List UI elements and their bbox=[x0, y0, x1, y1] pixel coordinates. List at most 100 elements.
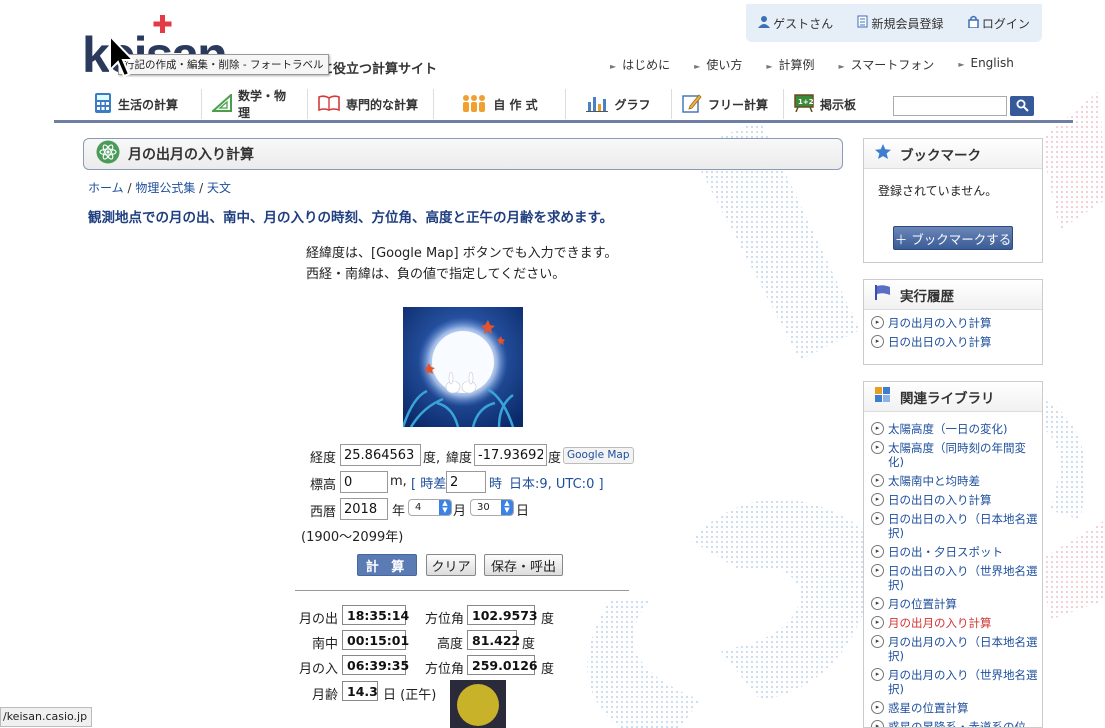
moonset-time: 06:39:35 bbox=[342, 655, 409, 675]
related-item[interactable]: 月の出月の入り計算 bbox=[870, 616, 1038, 630]
user-icon bbox=[758, 15, 771, 31]
nav-divider-line bbox=[54, 120, 1073, 123]
day-unit: 日 bbox=[516, 504, 530, 519]
latitude-unit: 度 bbox=[548, 451, 562, 466]
calculator-icon bbox=[94, 92, 112, 117]
browser-status-bar: /keisan.casio.jp bbox=[0, 707, 92, 727]
topnav-item-howto[interactable]: ► 使い方 bbox=[694, 56, 742, 73]
topnav-item-english[interactable]: ► English bbox=[958, 56, 1014, 73]
mainnav-item-life[interactable]: 生活の計算 bbox=[84, 89, 202, 119]
related-item[interactable]: 惑星の位置計算 bbox=[870, 701, 1038, 715]
breadcrumb-home[interactable]: ホーム bbox=[88, 181, 124, 195]
register-link[interactable]: 新規会員登録 bbox=[857, 15, 944, 32]
mainnav-item-pro[interactable]: 専門的な計算 bbox=[308, 89, 434, 119]
timezone-hint: 日本:9, UTC:0 ] bbox=[509, 477, 604, 492]
related-item[interactable]: 月の位置計算 bbox=[870, 597, 1038, 611]
day-select[interactable]: 30 ▲ ▼ bbox=[470, 499, 514, 516]
svg-text:1+2: 1+2 bbox=[798, 98, 814, 106]
star-icon bbox=[874, 143, 892, 164]
moonset-azimuth-label: 方位角 bbox=[425, 662, 465, 677]
history-list: 月の出月の入り計算 日の出日の入り計算 bbox=[864, 310, 1042, 358]
moon-age: 14.3 bbox=[342, 681, 378, 701]
lock-icon bbox=[968, 15, 979, 31]
related-item[interactable]: 日の出日の入り（日本地名選択) bbox=[870, 512, 1038, 540]
mainnav-item-graph[interactable]: グラフ bbox=[566, 89, 672, 119]
related-item[interactable]: 月の出月の入り（世界地名選択) bbox=[870, 668, 1038, 696]
longitude-unit: 度, bbox=[423, 451, 441, 466]
top-nav: ► はじめに ► 使い方 ► 計算例 ► スマートフォン ► English bbox=[610, 56, 1014, 73]
mainnav-item-free[interactable]: フリー計算 bbox=[672, 89, 784, 119]
login-link[interactable]: ログイン bbox=[968, 15, 1030, 32]
atom-icon bbox=[96, 140, 120, 168]
mainnav-item-custom[interactable]: 自 作 式 bbox=[434, 89, 566, 119]
related-item[interactable]: 太陽高度（一日の変化) bbox=[870, 422, 1038, 436]
clear-button[interactable]: クリア bbox=[426, 554, 476, 576]
latitude-input[interactable] bbox=[474, 444, 547, 466]
topnav-item-intro[interactable]: ► はじめに bbox=[610, 56, 670, 73]
triangle-ruler-icon bbox=[210, 92, 232, 115]
transit-altitude: 81.422 bbox=[467, 630, 520, 650]
result-divider bbox=[295, 590, 629, 591]
guest-link[interactable]: ゲストさん bbox=[758, 15, 833, 32]
history-panel: 実行履歴 月の出月の入り計算 日の出日の入り計算 bbox=[863, 279, 1043, 365]
month-select[interactable]: 4 ▲ ▼ bbox=[408, 499, 452, 516]
history-item[interactable]: 月の出月の入り計算 bbox=[870, 316, 1038, 330]
moonrise-azimuth: 102.9573 bbox=[467, 605, 538, 625]
history-panel-header: 実行履歴 bbox=[864, 280, 1042, 310]
google-map-button[interactable]: Google Map bbox=[563, 447, 634, 464]
related-item[interactable]: 太陽高度（同時刻の年間変化) bbox=[870, 441, 1038, 469]
topnav-item-smartphone[interactable]: ► スマートフォン bbox=[839, 56, 935, 73]
moon-rabbit-illustration bbox=[403, 307, 523, 427]
longitude-label: 経度 bbox=[310, 451, 337, 466]
search-icon bbox=[1016, 97, 1029, 116]
related-list: 太陽高度（一日の変化) 太陽高度（同時刻の年間変化) 太陽南中と均時差 日の出日… bbox=[864, 412, 1042, 727]
save-load-button[interactable]: 保存・呼出 bbox=[484, 554, 563, 576]
blocks-icon bbox=[874, 386, 892, 408]
mainnav-item-math[interactable]: 数学・物理 bbox=[202, 89, 308, 120]
timezone-unit: 時 bbox=[489, 477, 503, 492]
month-unit: 月 bbox=[453, 504, 467, 519]
moonrise-time: 18:35:14 bbox=[342, 605, 409, 625]
related-item[interactable]: 太陽南中と均時差 bbox=[870, 474, 1038, 488]
longitude-input[interactable] bbox=[340, 444, 421, 466]
calculate-button[interactable]: 計 算 bbox=[357, 554, 417, 576]
related-item[interactable]: 月の出月の入り（日本地名選択) bbox=[870, 635, 1038, 663]
transit-time: 00:15:01 bbox=[342, 630, 409, 650]
timezone-input[interactable] bbox=[446, 471, 486, 493]
guest-label: ゲストさん bbox=[773, 16, 834, 31]
site-search-button[interactable] bbox=[1010, 96, 1034, 116]
topnav-item-examples[interactable]: ► 計算例 bbox=[766, 56, 814, 73]
breadcrumb-physics[interactable]: 物理公式集 bbox=[135, 181, 195, 195]
altitude-input[interactable] bbox=[340, 471, 388, 493]
moon-phase-image bbox=[450, 680, 506, 728]
breadcrumb-astronomy[interactable]: 天文 bbox=[207, 181, 231, 195]
moonrise-azimuth-unit: 度 bbox=[541, 612, 555, 627]
bar-chart-icon bbox=[586, 94, 609, 115]
moonset-azimuth: 259.0126 bbox=[467, 655, 538, 675]
mouse-cursor-icon bbox=[108, 33, 136, 78]
altitude-label: 標高 bbox=[310, 478, 337, 493]
mainnav-item-board[interactable]: 1+2 掲示板 bbox=[784, 89, 880, 119]
moonset-azimuth-unit: 度 bbox=[541, 662, 555, 677]
latitude-label: 緯度 bbox=[446, 451, 473, 466]
year-input[interactable] bbox=[340, 498, 388, 520]
bookmark-panel-header: ブックマーク bbox=[864, 139, 1042, 169]
related-item[interactable]: 惑星の昇降系・赤道系の位 bbox=[870, 720, 1038, 727]
user-bar: ゲストさん 新規会員登録 ログイン bbox=[746, 4, 1042, 42]
moonset-label: 月の入 bbox=[299, 662, 339, 677]
history-item[interactable]: 日の出日の入り計算 bbox=[870, 335, 1038, 349]
related-item[interactable]: 日の出・夕日スポット bbox=[870, 545, 1038, 559]
moon-age-label: 月齢 bbox=[312, 688, 339, 703]
chevron-up-down-icon: ▲ ▼ bbox=[501, 500, 513, 515]
bookmark-empty-text: 登録されていません。 bbox=[878, 184, 998, 198]
related-item[interactable]: 日の出日の入り（世界地名選択) bbox=[870, 564, 1038, 592]
site-search-input[interactable] bbox=[893, 96, 1007, 116]
related-item[interactable]: 日の出日の入り計算 bbox=[870, 493, 1038, 507]
pencil-note-icon bbox=[682, 93, 702, 116]
related-panel-header: 関連ライブラリ bbox=[864, 382, 1042, 412]
add-bookmark-button[interactable]: ＋ ブックマークする bbox=[893, 226, 1013, 250]
transit-label: 南中 bbox=[312, 637, 339, 652]
info-text: 経緯度は、[Google Map] ボタンでも入力できます。 西経・南緯は、負の… bbox=[306, 243, 617, 285]
chevron-up-down-icon: ▲ ▼ bbox=[439, 500, 451, 515]
register-label: 新規会員登録 bbox=[871, 16, 944, 31]
